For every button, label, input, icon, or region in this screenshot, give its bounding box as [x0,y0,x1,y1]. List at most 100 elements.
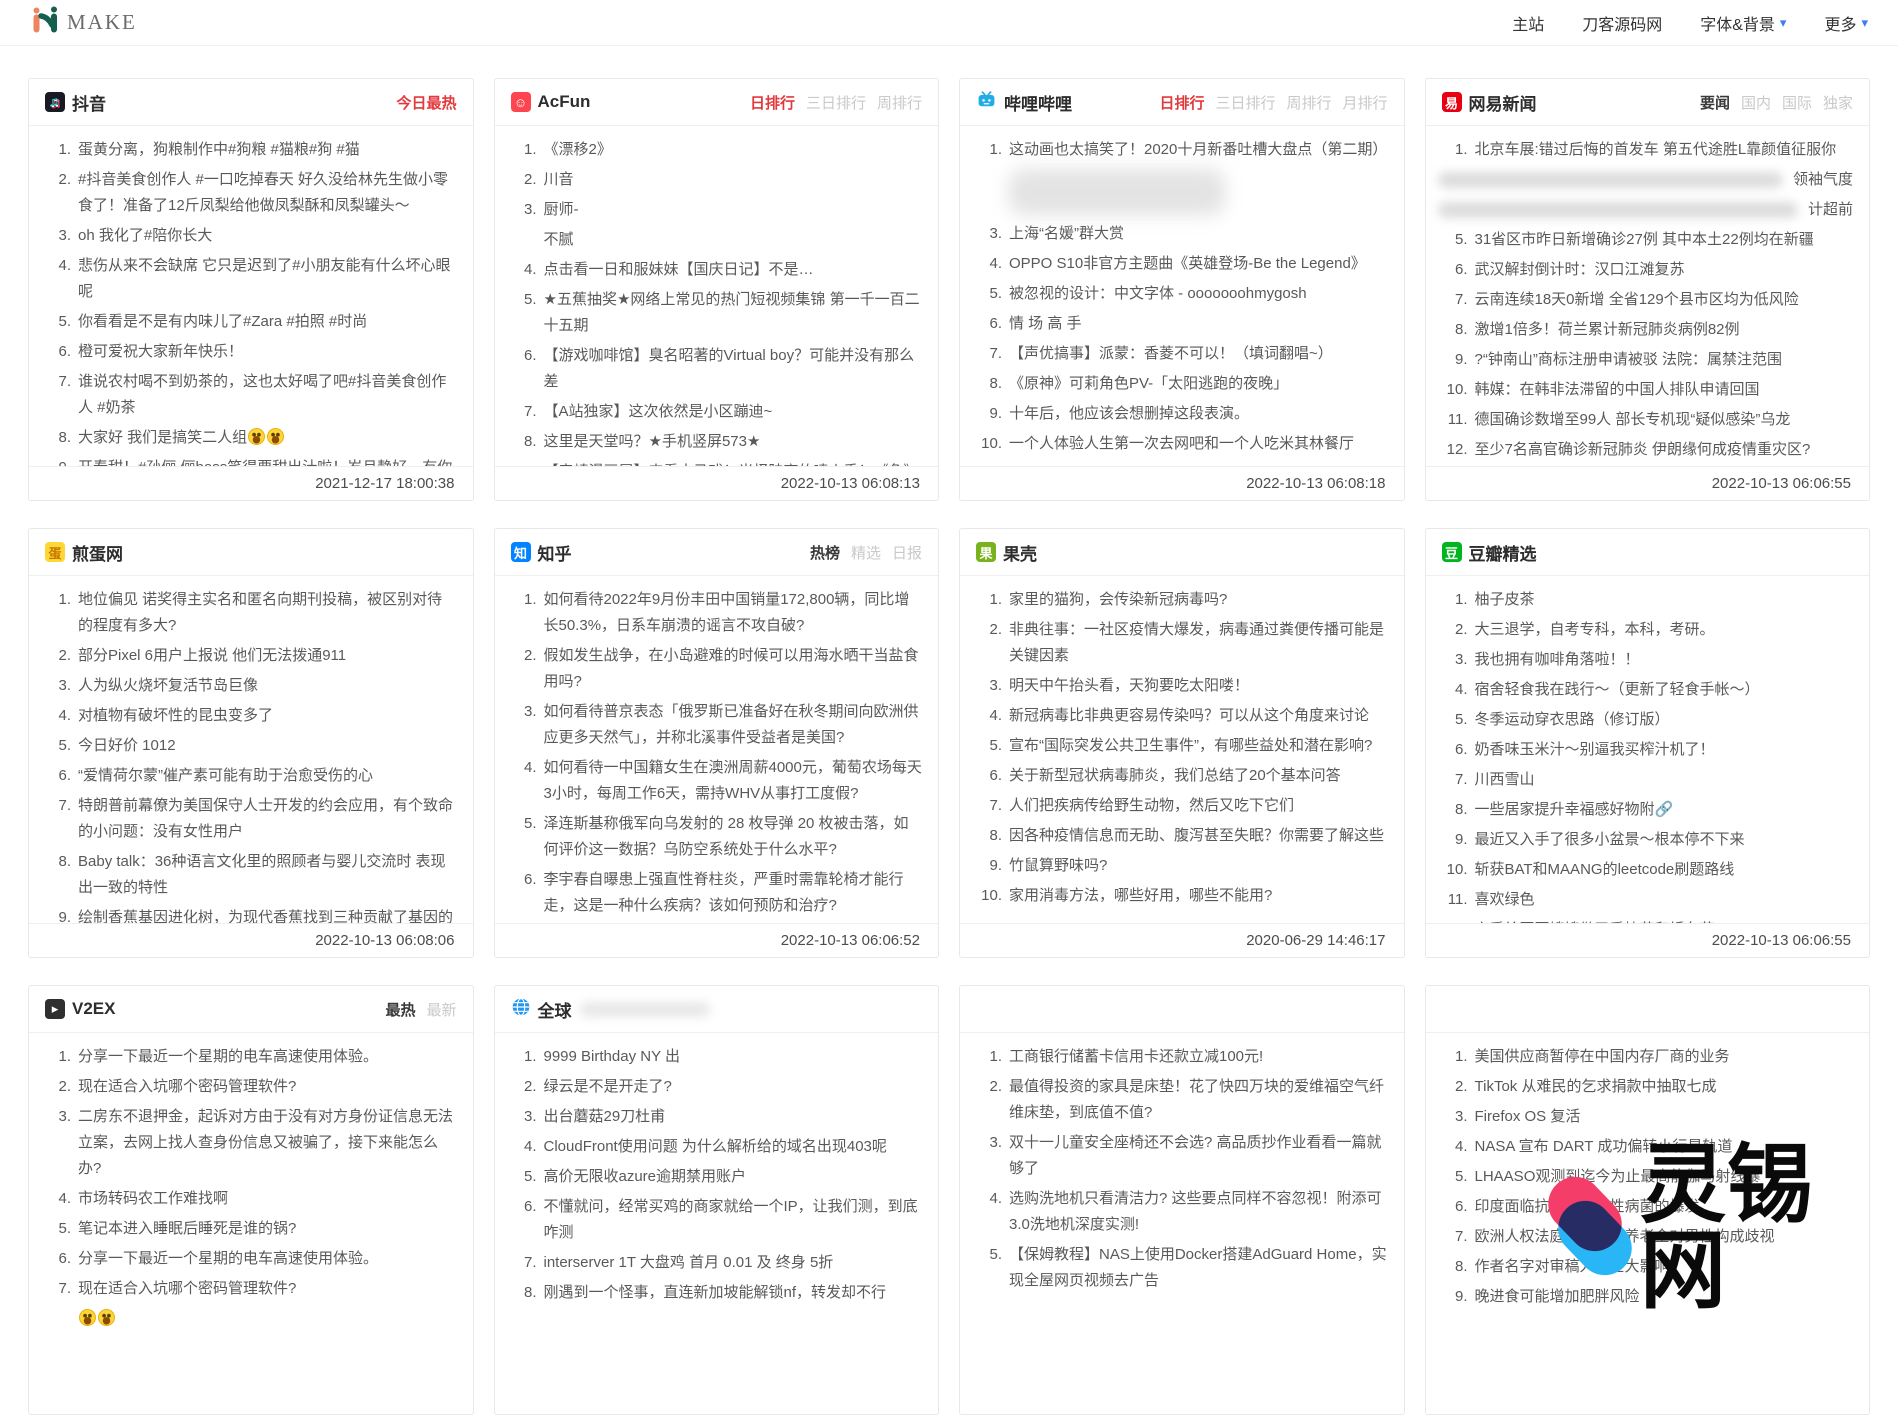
list-item[interactable]: 8.因各种疫情信息而无助、腹泻甚至失眠？你需要了解这些 [972,823,1388,849]
list-item[interactable]: 5.冬季运动穿衣思路（修订版） [1438,707,1854,733]
list-item[interactable]: 11.喜欢绿色 [1438,887,1854,913]
list-item[interactable]: 12.至少7名高官确诊新冠肺炎 伊朗缘何成疫情重灾区? [1438,437,1854,463]
list-item[interactable]: 9.晚进食可能增加肥胖风险 [1438,1284,1854,1310]
list-item[interactable]: 4.选购洗地机只看清洁力? 这些要点同样不容忽视！附添可3.0洗地机深度实测! [972,1186,1388,1238]
list-item[interactable]: 7.【A站独家】这次依然是小区蹦迪~ [507,399,923,425]
list-item[interactable]: 3.如何看待普京表态「俄罗斯已准备好在秋冬期间向欧洲供应更多天然气」，并称北溪事… [507,699,923,751]
tab-3day-rank[interactable]: 三日排行 [1215,92,1275,113]
tab-week-rank[interactable]: 周排行 [1286,92,1331,113]
list-item[interactable]: 2.部分Pixel 6用户上报说 他们无法拨通911 [41,643,457,669]
list-item[interactable]: 9.竹鼠算野味吗? [972,853,1388,879]
nav-main-site[interactable]: 主站 [1512,11,1544,35]
nav-fonts-backgrounds[interactable]: 字体&背景▾ [1700,11,1786,35]
list-item[interactable]: 9.绘制香蕉基因进化树，为现代香蕉找到三种贡献了基因的未知祖先 [41,905,457,923]
list-item[interactable]: 1.《漂移2》 [507,137,923,163]
list-item[interactable]: 5.泽连斯基称俄军向乌发射的 28 枚导弹 20 枚被击落，如何评价这一数据？乌… [507,811,923,863]
list-item[interactable]: 6.情 场 高 手 [972,311,1388,337]
list-item[interactable]: 4.市场转码农工作难找啊 [41,1186,457,1212]
list-item[interactable]: 1.这动画也太搞笑了！2020十月新番吐槽大盘点（第二期） [972,137,1388,163]
list-item[interactable]: 4.NASA 宣布 DART 成功偏转小行星轨道 [1438,1134,1854,1160]
list-item[interactable]: 1.北京车展:错过后悔的首发车 第五代途胜L靠颜值征服你 [1438,137,1854,163]
list-item[interactable]: 8.激增1倍多！荷兰累计新冠肺炎病例82例 [1438,317,1854,343]
tab-week-rank[interactable]: 周排行 [877,92,922,113]
list-item[interactable]: 6.李宇春自曝患上强直性脊柱炎，严重时需靠轮椅才能行走，这是一种什么疾病？该如何… [507,867,923,919]
list-item[interactable]: 4.对植物有破坏性的昆虫变多了 [41,703,457,729]
list-item[interactable]: 7.欧洲人权法庭认为瑞士养老金对男性构成歧视 [1438,1224,1854,1250]
tab-exclusive[interactable]: 独家 [1823,92,1853,113]
list-item[interactable]: 2.非典往事：一社区疫情大爆发，病毒通过粪便传播可能是关键因素 [972,617,1388,669]
list-item[interactable]: 4.OPPO S10非官方主题曲《英雄登场-Be the Legend》 [972,251,1388,277]
list-item[interactable]: 7.谁说农村喝不到奶茶的，这也太好喝了吧#抖音美食创作人 #奶茶 [41,369,457,421]
list-item[interactable]: 2.大三退学，自考专科，本科，考研。 [1438,617,1854,643]
list-item[interactable]: 6.关于新型冠状病毒肺炎，我们总结了20个基本问答 [972,763,1388,789]
list-item[interactable]: 5.31省区市昨日新增确诊27例 其中本土22例均在新疆 [1438,227,1854,253]
list-item[interactable]: 6.【游戏咖啡馆】臭名昭著的Virtual boy？可能并没有那么差 [507,343,923,395]
list-item[interactable]: 2.#抖音美食创作人 #一口吃掉春天 好久没给林先生做小零食了！准备了12斤凤梨… [41,167,457,219]
list-item[interactable]: 5.LHAASO观测到迄今为止最高能伽马射线暴 [1438,1164,1854,1190]
list-item[interactable]: 4.如何看待一中国籍女生在澳洲周薪4000元，葡萄农场每天3小时，每周工作6天，… [507,755,923,807]
list-item[interactable]: 2.假如发生战争，在小岛避难的时候可以用海水晒干当盐食用吗? [507,643,923,695]
list-item[interactable]: 5.宣布“国际突发公共卫生事件”，有哪些益处和潜在影响? [972,733,1388,759]
card-title-jandan[interactable]: 蛋煎蛋网 [45,540,123,565]
list-item[interactable]: 8.Baby talk：36种语言文化里的照顾者与婴儿交流时 表现出一致的特性 [41,849,457,901]
list-item[interactable]: 2.TikTok 从难民的乞求捐款中抽取七成 [1438,1074,1854,1100]
list-item[interactable]: 1.柚子皮茶 [1438,587,1854,613]
list-item[interactable]: 3.Firefox OS 复活 [1438,1104,1854,1130]
tab-hot-list[interactable]: 热榜 [810,542,840,563]
card-title-bilibili[interactable]: 哔哩哔哩 [976,90,1072,115]
card-title-v2ex[interactable]: ▸V2EX [45,999,115,1019]
card-title-zhihu[interactable]: 知知乎 [511,540,572,565]
card-title-global-hosts[interactable]: 全球 [511,997,710,1022]
list-item[interactable]: 5.【保姆教程】NAS上使用Docker搭建AdGuard Home，实现全屋网… [972,1242,1388,1294]
list-item[interactable]: 7.特朗普前幕僚为美国保守人士开发的约会应用，有个致命的小问题：没有女性用户 [41,793,457,845]
list-item[interactable]: 8.作者名字对审稿人有巨大影响 [1438,1254,1854,1280]
list-item[interactable]: 7.云南连续18天0新增 全省129个县市区均为低风险 [1438,287,1854,313]
list-item[interactable]: 1.分享一下最近一个星期的电车高速使用体验。 [41,1044,457,1070]
card-title-douban[interactable]: 豆豆瓣精选 [1442,540,1537,565]
list-item[interactable]: 6.印度面临抗生素耐药性病菌的爆发 [1438,1194,1854,1220]
list-item[interactable]: 4.点击看一日和服妹妹【国庆日记】不是… [507,257,923,283]
nav-more[interactable]: 更多▾ [1824,11,1868,35]
list-item[interactable]: 2.川音 [507,167,923,193]
list-item[interactable]: 8.刚遇到一个怪事，直连新加坡能解锁nf，转发却不行 [507,1280,923,1306]
list-item[interactable]: 3.人为纵火烧坏复活节岛巨像 [41,673,457,699]
list-item[interactable]: 8.一些居家提升幸福感好物附🔗 [1438,797,1854,823]
list-item[interactable]: 8.这里是天堂吗？★手机竖屏573★ [507,429,923,455]
list-item[interactable]: 4.CloudFront使用问题 为什么解析给的域名出现403呢 [507,1134,923,1160]
list-item[interactable]: 1.蛋黄分离，狗粮制作中#狗粮 #猫粮#狗 #猫 [41,137,457,163]
list-item[interactable]: 1.工商银行储蓄卡信用卡还款立减100元! [972,1044,1388,1070]
card-title-netease-news[interactable]: 易网易新闻 [1442,90,1537,115]
tab-selected[interactable]: 精选 [851,542,881,563]
list-item[interactable]: 4.悲伤从来不会缺席 它只是迟到了#小朋友能有什么坏心眼呢 [41,253,457,305]
list-item[interactable]: 1.地位偏见 诺奖得主实名和匿名向期刊投稿，被区别对待的程度有多大? [41,587,457,639]
tab-hottest[interactable]: 最热 [385,999,415,1020]
list-item[interactable]: 3.oh 我化了#陪你长大 [41,223,457,249]
list-item[interactable]: 5.高价无限收azure逾期禁用账户 [507,1164,923,1190]
list-item[interactable]: 7.现在适合入坑哪个密码管理软件? [41,1276,457,1302]
list-item[interactable]: 6.橙可爱祝大家新年快乐！ [41,339,457,365]
list-item[interactable]: 9.最近又入手了很多小盆景～根本停不下来 [1438,827,1854,853]
list-item[interactable]: 10.斩获BAT和MAANG的leetcode刷题路线 [1438,857,1854,883]
list-item[interactable]: 6.分享一下最近一个星期的电车高速使用体验。 [41,1246,457,1272]
list-item[interactable]: 9.?“钟南山”商标注册申请被驳 法院：属禁注范围 [1438,347,1854,373]
list-item[interactable]: 3.明天中午抬头看，天狗要吃太阳喽！ [972,673,1388,699]
list-item[interactable]: 5.笔记本进入睡眠后睡死是谁的锅? [41,1216,457,1242]
list-item[interactable]: 1.家里的猫狗，会传染新冠病毒吗? [972,587,1388,613]
list-item[interactable]: 7.川西雪山 [1438,767,1854,793]
list-item[interactable]: 10.一个人体验人生第一次去网吧和一个人吃米其林餐厅 [972,431,1388,457]
card-title-guokr[interactable]: 果果壳 [976,540,1037,565]
list-item[interactable]: 1.美国供应商暂停在中国内存厂商的业务 [1438,1044,1854,1070]
card-title-douyin[interactable]: ♫抖音 [45,90,106,115]
list-item[interactable]: 10.家用消毒方法，哪些好用，哪些不能用? [972,883,1388,909]
tab-3day-rank[interactable]: 三日排行 [806,92,866,113]
list-item[interactable]: 5.你看看是不是有内味儿了#Zara #拍照 #时尚 [41,309,457,335]
list-item[interactable]: 10.韩媒：在韩非法滞留的中国人排队申请回国 [1438,377,1854,403]
list-item[interactable]: 3.双十一儿童安全座椅还不会选? 高品质抄作业看看一篇就够了 [972,1130,1388,1182]
list-item[interactable]: 6.不懂就问，经常买鸡的商家就给一个IP，让我们测，到底咋测 [507,1194,923,1246]
list-item[interactable]: 11.德国确诊数增至99人 部长专机现“疑似感染”乌龙 [1438,407,1854,433]
site-logo[interactable]: MAKE [30,5,137,40]
tab-daily-rank[interactable]: 日排行 [1159,92,1204,113]
list-item[interactable]: 5.被忽视的设计：中文字体 - ooooooohmygosh [972,281,1388,307]
list-item[interactable]: 6.奶香味玉米汁～别逼我买榨汁机了！ [1438,737,1854,763]
list-item[interactable]: 4.新冠病毒比非典更容易传染吗？可以从这个角度来讨论 [972,703,1388,729]
